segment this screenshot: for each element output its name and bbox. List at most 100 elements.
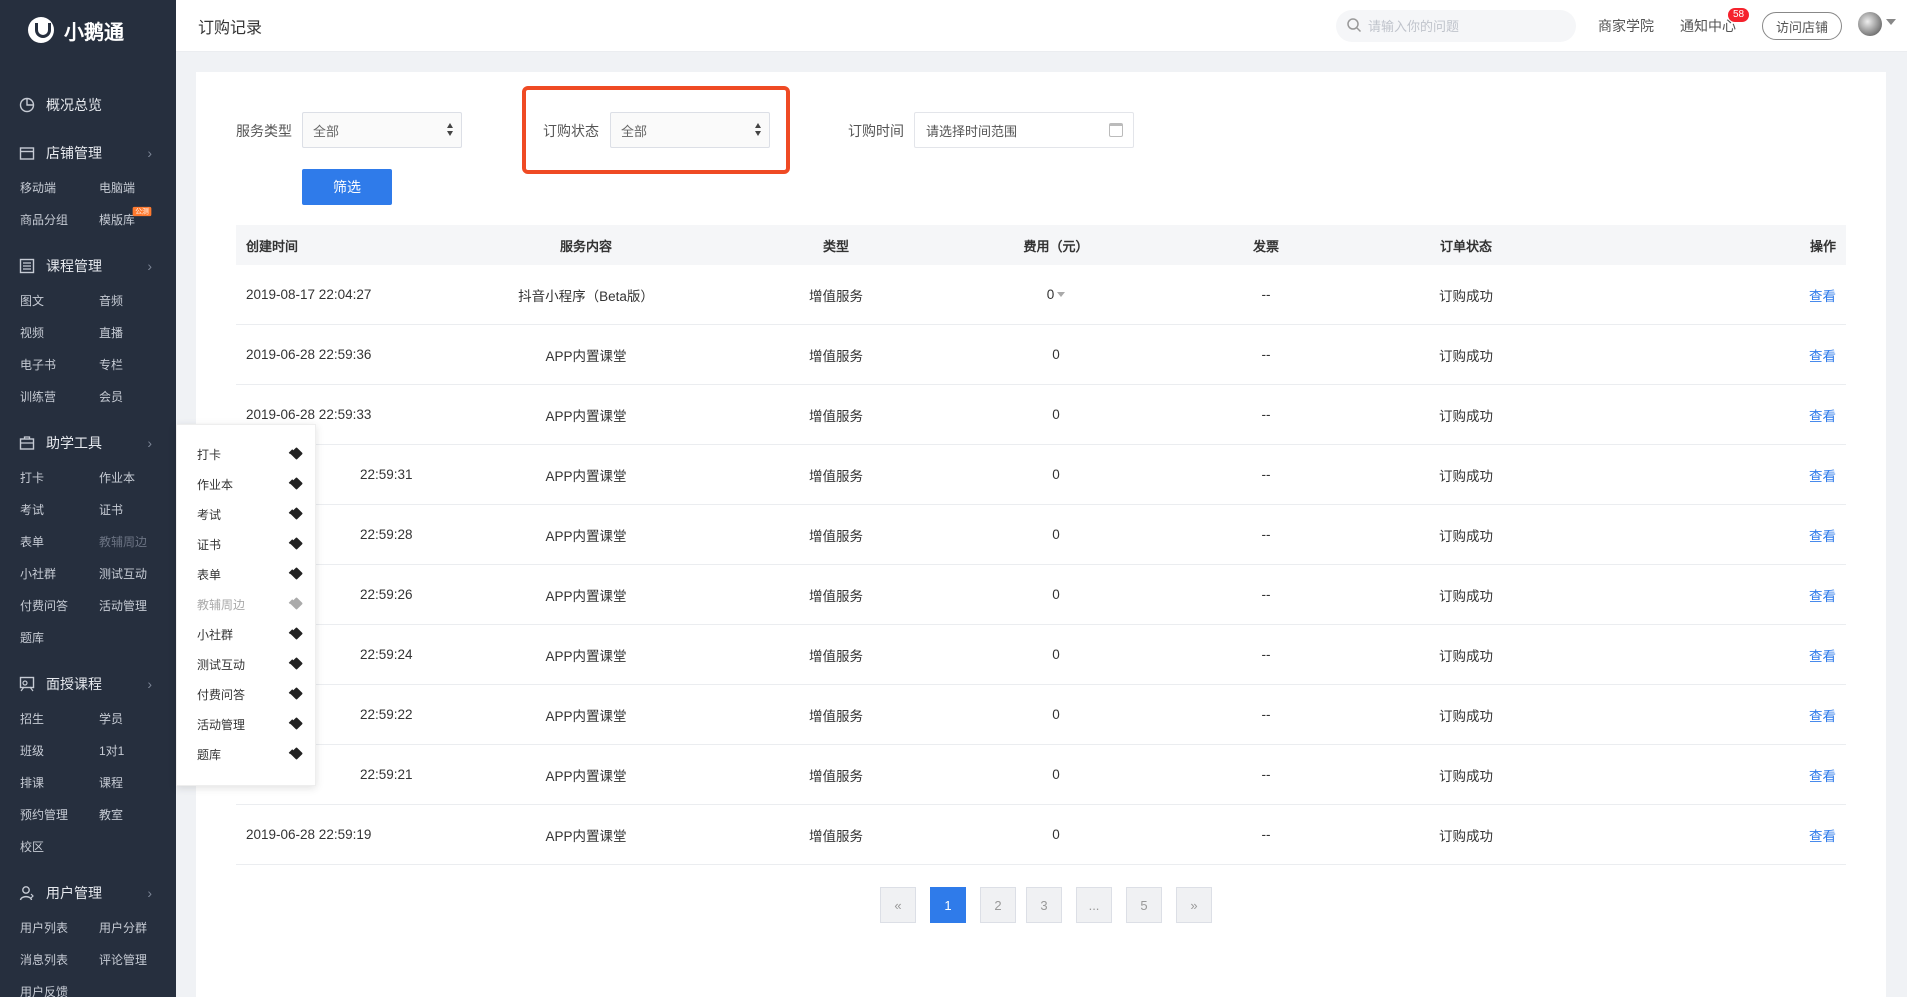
sidebar-item-merch[interactable]: 教辅周边 (99, 526, 176, 558)
pin-icon[interactable] (290, 597, 303, 610)
flyout-item-checkin[interactable]: 打卡 (197, 439, 307, 469)
sidebar-item-ebook[interactable]: 电子书 (20, 349, 99, 381)
nav-head-tools[interactable]: 助学工具 › (0, 428, 176, 458)
sidebar-item-user-list[interactable]: 用户列表 (20, 912, 99, 944)
table-row: 22:59:31 APP内置课堂 增值服务 0 -- 订购成功 查看 (236, 445, 1846, 505)
cell-status: 订购成功 (1439, 648, 1493, 664)
page-2-button[interactable]: 2 (980, 887, 1016, 923)
view-link[interactable]: 查看 (1809, 385, 1836, 444)
service-type-select[interactable]: 全部 (302, 112, 462, 148)
pin-icon[interactable] (290, 627, 303, 640)
page-3-button[interactable]: 3 (1026, 887, 1062, 923)
order-time-range-picker[interactable]: 请选择时间范围 (914, 112, 1134, 148)
sidebar-item-paid-qa[interactable]: 付费问答 (20, 590, 99, 622)
flyout-item-activity[interactable]: 活动管理 (197, 709, 307, 739)
nav-head-store[interactable]: 店铺管理 › (0, 138, 176, 168)
sidebar-item-classroom[interactable]: 教室 (99, 799, 176, 831)
view-link[interactable]: 查看 (1809, 805, 1836, 864)
pin-icon[interactable] (290, 657, 303, 670)
sidebar-item-audio[interactable]: 音频 (99, 285, 176, 317)
flyout-item-community[interactable]: 小社群 (197, 619, 307, 649)
sidebar-item-messages[interactable]: 消息列表 (20, 944, 99, 976)
view-link[interactable]: 查看 (1809, 625, 1836, 684)
sidebar-item-students[interactable]: 学员 (99, 703, 176, 735)
view-link[interactable]: 查看 (1809, 265, 1836, 324)
view-link[interactable]: 查看 (1809, 325, 1836, 384)
sidebar-item-feedback[interactable]: 用户反馈 (20, 976, 99, 997)
next-page-button[interactable]: » (1176, 887, 1212, 923)
nav-head-course[interactable]: 课程管理 › (0, 251, 176, 281)
sidebar-item-desktop[interactable]: 电脑端 (99, 172, 176, 204)
sidebar-item-community[interactable]: 小社群 (20, 558, 99, 590)
sidebar-item-live[interactable]: 直播 (99, 317, 176, 349)
sidebar-item-enroll[interactable]: 招生 (20, 703, 99, 735)
sidebar-item-product-group[interactable]: 商品分组 (20, 204, 99, 236)
pin-icon[interactable] (290, 477, 303, 490)
avatar[interactable] (1858, 12, 1882, 36)
flyout-item-merch[interactable]: 教辅周边 (197, 589, 307, 619)
flyout-item-homework[interactable]: 作业本 (197, 469, 307, 499)
nav-head-label: 概况总览 (46, 97, 102, 113)
filter-button[interactable]: 筛选 (302, 169, 392, 205)
sidebar-item-member[interactable]: 会员 (99, 381, 176, 413)
academy-link[interactable]: 商家学院 (1598, 16, 1654, 36)
caret-down-icon[interactable] (1886, 19, 1896, 25)
sidebar-item-quiz[interactable]: 测试互动 (99, 558, 176, 590)
flyout-item-form[interactable]: 表单 (197, 559, 307, 589)
sidebar-item-courses[interactable]: 课程 (99, 767, 176, 799)
sidebar-item-column[interactable]: 专栏 (99, 349, 176, 381)
flyout-item-quiz[interactable]: 测试互动 (197, 649, 307, 679)
visit-store-button[interactable]: 访问店铺 (1762, 12, 1842, 40)
view-link[interactable]: 查看 (1809, 445, 1836, 504)
sidebar-item-user-segment[interactable]: 用户分群 (99, 912, 176, 944)
sidebar-item-certificate[interactable]: 证书 (99, 494, 176, 526)
help-search[interactable] (1336, 10, 1576, 42)
sidebar-item-campus[interactable]: 校区 (20, 831, 99, 863)
notification-center-link[interactable]: 通知中心 (1680, 16, 1736, 36)
nav-head-overview[interactable]: 概况总览 (0, 90, 176, 120)
view-link[interactable]: 查看 (1809, 505, 1836, 564)
pin-icon[interactable] (290, 567, 303, 580)
table-row: 22:59:24 APP内置课堂 增值服务 0 -- 订购成功 查看 (236, 625, 1846, 685)
sidebar-item-template-lib[interactable]: 模版库 公测 (99, 204, 176, 236)
sidebar-item-class[interactable]: 班级 (20, 735, 99, 767)
sidebar-item-form[interactable]: 表单 (20, 526, 99, 558)
pin-icon[interactable] (290, 537, 303, 550)
search-input[interactable] (1368, 18, 1558, 34)
sidebar-item-article[interactable]: 图文 (20, 285, 99, 317)
sidebar-item-mobile[interactable]: 移动端 (20, 172, 99, 204)
view-link[interactable]: 查看 (1809, 565, 1836, 624)
pin-icon[interactable] (290, 687, 303, 700)
nav-head-offline[interactable]: 面授课程 › (0, 669, 176, 699)
page-5-button[interactable]: 5 (1126, 887, 1162, 923)
flyout-item-certificate[interactable]: 证书 (197, 529, 307, 559)
sidebar-item-checkin[interactable]: 打卡 (20, 462, 99, 494)
pin-icon[interactable] (290, 747, 303, 760)
flyout-item-question-bank[interactable]: 题库 (197, 739, 307, 769)
sidebar-item-one-on-one[interactable]: 1对1 (99, 735, 176, 767)
sidebar-item-booking[interactable]: 预约管理 (20, 799, 99, 831)
sidebar-item-activity[interactable]: 活动管理 (99, 590, 176, 622)
sidebar-item-camp[interactable]: 训练营 (20, 381, 99, 413)
view-link[interactable]: 查看 (1809, 745, 1836, 804)
sidebar-item-exam[interactable]: 考试 (20, 494, 99, 526)
pin-icon[interactable] (290, 507, 303, 520)
pin-icon[interactable] (290, 717, 303, 730)
flyout-item-exam[interactable]: 考试 (197, 499, 307, 529)
sidebar-item-homework[interactable]: 作业本 (99, 462, 176, 494)
sidebar-item-schedule[interactable]: 排课 (20, 767, 99, 799)
app-logo[interactable]: 小鹅通 (0, 0, 176, 60)
cell-type: 增值服务 (809, 588, 863, 604)
prev-page-button[interactable]: « (880, 887, 916, 923)
sidebar-item-comments[interactable]: 评论管理 (99, 944, 176, 976)
view-link[interactable]: 查看 (1809, 685, 1836, 744)
nav-head-users[interactable]: 用户管理 › (0, 878, 176, 908)
page-ellipsis-button[interactable]: ... (1076, 887, 1112, 923)
flyout-item-paid-qa[interactable]: 付费问答 (197, 679, 307, 709)
sidebar-item-question-bank[interactable]: 题库 (20, 622, 99, 654)
pin-icon[interactable] (290, 447, 303, 460)
page-1-button[interactable]: 1 (930, 887, 966, 923)
caret-down-icon[interactable] (1057, 292, 1066, 297)
cell-type: 增值服务 (809, 708, 863, 724)
sidebar-item-video[interactable]: 视频 (20, 317, 99, 349)
